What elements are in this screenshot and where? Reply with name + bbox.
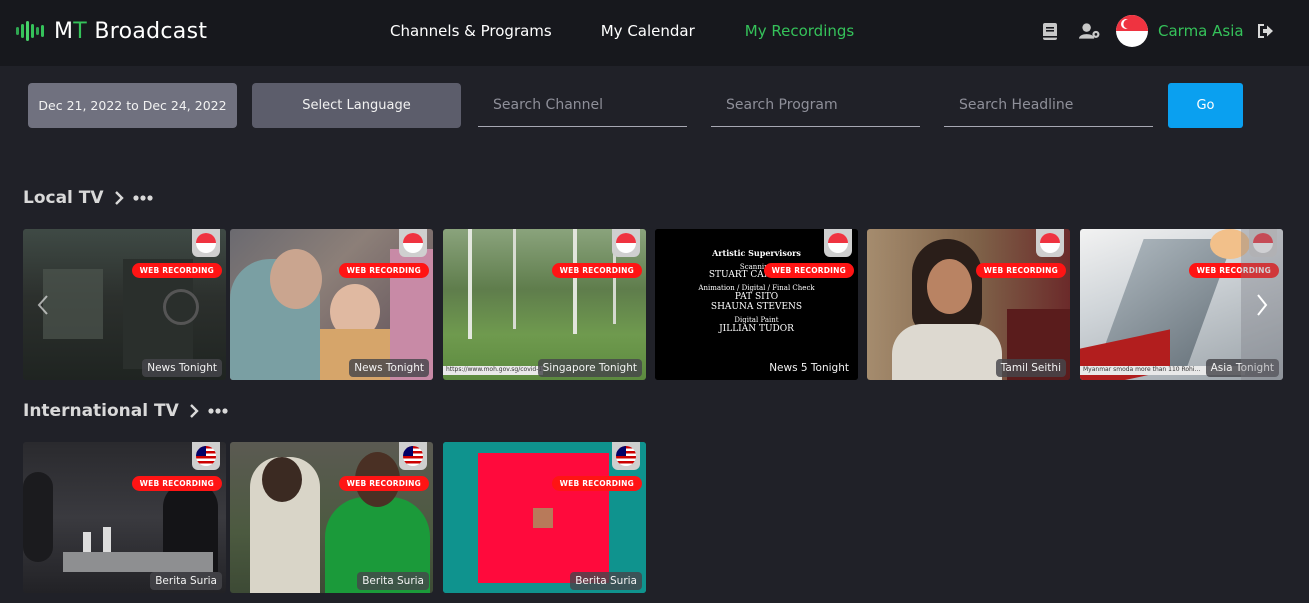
web-recording-badge: WEB RECORDING <box>763 263 854 278</box>
malaysia-flag-icon <box>399 442 427 470</box>
end-credits: Artistic Supervisors Scanning STUART CAM… <box>698 248 815 334</box>
section-title: Local TV <box>23 188 104 208</box>
recording-card[interactable]: WEB RECORDING News Tonight <box>230 229 433 380</box>
program-label: News 5 Tonight <box>769 362 849 374</box>
singapore-flag-icon <box>1036 229 1064 257</box>
language-select[interactable]: Select Language <box>252 83 461 128</box>
program-label: Berita Suria <box>150 572 222 590</box>
search-program-input[interactable] <box>711 83 920 127</box>
recording-card[interactable]: WEB RECORDING Berita Suria <box>230 442 433 593</box>
recording-card[interactable]: https://www.moh.gov.sg/covid-19 WEB RECO… <box>443 229 646 380</box>
header-actions: Carma Asia <box>1039 15 1276 47</box>
user-name[interactable]: Carma Asia <box>1158 22 1244 40</box>
recording-card[interactable]: WEB RECORDING Berita Suria <box>443 442 646 593</box>
singapore-flag-icon <box>192 229 220 257</box>
web-recording-badge: WEB RECORDING <box>338 263 429 278</box>
singapore-flag-icon <box>824 229 852 257</box>
program-label: News Tonight <box>142 359 222 377</box>
nav-channels-programs[interactable]: Channels & Programs <box>390 22 552 42</box>
search-filter-bar: Dec 21, 2022 to Dec 24, 2022 Select Lang… <box>0 83 1309 128</box>
local-tv-header: Local TV <box>23 185 153 211</box>
user-settings-icon[interactable] <box>1079 20 1101 42</box>
web-recording-badge: WEB RECORDING <box>551 476 642 491</box>
international-tv-carousel: WEB RECORDING Berita Suria WEB RECORDING… <box>23 442 1309 593</box>
web-recording-badge: WEB RECORDING <box>551 263 642 278</box>
recording-card[interactable]: Artistic Supervisors Scanning STUART CAM… <box>655 229 858 380</box>
program-label: News Tonight <box>349 359 429 377</box>
chevron-right-icon[interactable] <box>189 403 199 419</box>
web-recording-badge: WEB RECORDING <box>131 476 222 491</box>
go-button[interactable]: Go <box>1168 83 1243 128</box>
singapore-flag-icon[interactable] <box>1116 15 1148 47</box>
singapore-flag-icon <box>612 229 640 257</box>
recording-card[interactable]: WEB RECORDING Berita Suria <box>23 442 226 593</box>
section-title: International TV <box>23 401 179 421</box>
program-label: Berita Suria <box>357 572 429 590</box>
web-recording-badge: WEB RECORDING <box>975 263 1066 278</box>
program-label: Tamil Seithi <box>995 359 1066 377</box>
recording-card[interactable]: Myanmar smoda more than 110 Rohi... WEB … <box>1080 229 1283 380</box>
malaysia-flag-icon <box>192 442 220 470</box>
carousel-next-icon[interactable] <box>1241 229 1283 380</box>
nav-my-calendar[interactable]: My Calendar <box>601 22 695 42</box>
main-nav: Channels & Programs My Calendar My Recor… <box>390 22 854 42</box>
brand-name: MT Broadcast <box>54 18 208 44</box>
nav-my-recordings[interactable]: My Recordings <box>745 22 854 42</box>
recording-card[interactable]: WEB RECORDING Tamil Seithi <box>867 229 1070 380</box>
top-navigation-bar: MT Broadcast Channels & Programs My Cale… <box>0 0 1309 66</box>
program-label: Singapore Tonight <box>537 359 642 377</box>
local-tv-carousel: WEB RECORDING News Tonight WEB RECORDING… <box>23 229 1309 380</box>
sound-wave-icon <box>16 20 44 42</box>
search-channel-input[interactable] <box>478 83 687 127</box>
brand-logo[interactable]: MT Broadcast <box>16 16 207 46</box>
recording-card[interactable]: WEB RECORDING News Tonight <box>23 229 226 380</box>
program-label: Berita Suria <box>570 572 642 590</box>
international-tv-header: International TV <box>23 398 228 424</box>
date-range-picker[interactable]: Dec 21, 2022 to Dec 24, 2022 <box>28 83 237 128</box>
malaysia-flag-icon <box>612 442 640 470</box>
news-ticker: https://www.moh.gov.sg/covid-19 <box>443 366 543 375</box>
logout-icon[interactable] <box>1254 20 1276 42</box>
more-options-icon[interactable] <box>208 408 228 414</box>
web-recording-badge: WEB RECORDING <box>338 476 429 491</box>
book-icon[interactable] <box>1039 20 1061 42</box>
carousel-prev-icon[interactable] <box>23 229 63 380</box>
search-headline-input[interactable] <box>944 83 1153 127</box>
chevron-right-icon[interactable] <box>114 190 124 206</box>
singapore-flag-icon <box>399 229 427 257</box>
more-options-icon[interactable] <box>132 195 153 201</box>
web-recording-badge: WEB RECORDING <box>131 263 222 278</box>
